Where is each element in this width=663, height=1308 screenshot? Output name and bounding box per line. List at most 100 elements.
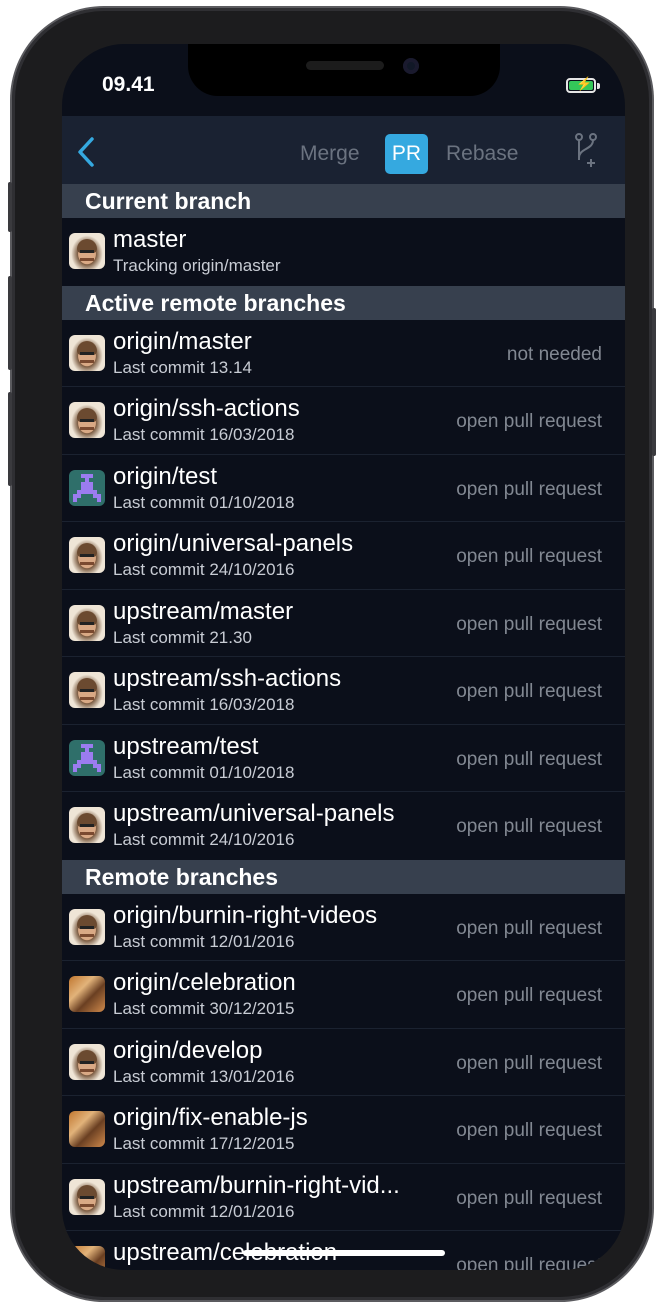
branch-action[interactable]: not needed [507, 344, 602, 366]
branch-subtitle: Last commit 24/10/2016 [113, 830, 295, 849]
branch-name: origin/master [113, 327, 252, 355]
branch-action[interactable]: open pull request [456, 918, 602, 940]
branch-name: upstream/ssh-actions [113, 665, 342, 692]
segment-merge[interactable]: Merge [300, 134, 360, 174]
branch-row[interactable]: upstream/burnin-right-vid... Last commit … [62, 1164, 625, 1231]
navigation-bar: Merge PR Rebase [62, 116, 625, 184]
current-branch-rows: master Tracking origin/master [62, 218, 625, 286]
branch-subtitle: Last commit 01/10/2018 [113, 492, 295, 512]
notch [188, 44, 500, 96]
avatar [69, 908, 105, 945]
branch-subtitle: Last commit 13.14 [113, 357, 252, 377]
branch-subtitle: Tracking origin/master [113, 256, 281, 275]
branch-name: origin/celebration [113, 969, 296, 996]
avatar [69, 469, 105, 506]
branch-name: upstream/master [113, 597, 294, 625]
avatar [69, 976, 105, 1012]
branch-name: origin/develop [113, 1036, 263, 1064]
branch-subtitle: Last commit 24/10/2016 [113, 560, 295, 579]
branch-action[interactable]: open pull request [456, 985, 602, 1007]
branch-row[interactable]: master Tracking origin/master [62, 218, 625, 286]
branch-name: origin/burnin-right-videos [113, 901, 378, 929]
back-button[interactable] [72, 132, 106, 172]
branch-name: upstream/test [113, 732, 259, 760]
branch-name: origin/fix-enable-js [113, 1104, 308, 1131]
branch-name: origin/universal-panels [113, 530, 354, 557]
screen: 09.41 ⚡ Merge PR Rebase Current branch m… [62, 44, 625, 1270]
branch-subtitle: Last commit 16/03/2018 [113, 695, 295, 714]
avatar [69, 807, 105, 843]
chevron-left-icon [78, 137, 94, 167]
branch-subtitle: Last commit 21.30 [113, 627, 252, 647]
phone-frame: 09.41 ⚡ Merge PR Rebase Current branch m… [8, 8, 656, 1300]
mute-switch [8, 182, 12, 232]
avatar [69, 1178, 105, 1215]
branch-row[interactable]: upstream/master Last commit 21.30 open pul… [62, 590, 625, 657]
branch-list: Current branch master Tracking origin/mas… [62, 184, 625, 1270]
new-branch-button[interactable] [573, 132, 599, 172]
avatar [69, 233, 105, 269]
section-header-remote: Remote branches [62, 859, 625, 894]
avatar [69, 402, 105, 438]
branch-name: upstream/universal-panels [113, 800, 395, 827]
avatar [69, 1246, 105, 1270]
remote-rows: origin/burnin-right-videos Last commit 12… [62, 894, 625, 1270]
branch-action[interactable]: open pull request [456, 411, 602, 433]
branch-name: master [113, 226, 187, 253]
branch-subtitle: Last commit 13/01/2016 [113, 1066, 295, 1086]
branch-subtitle: Last commit 12/01/2016 [113, 931, 295, 951]
section-header-current: Current branch [62, 184, 625, 218]
branch-name: upstream/burnin-right-vid... [113, 1171, 400, 1199]
avatar [69, 1111, 105, 1147]
avatar [69, 604, 105, 641]
branch-action[interactable]: open pull request [456, 1120, 602, 1142]
branch-name: origin/test [113, 462, 218, 490]
home-indicator[interactable] [243, 1250, 445, 1256]
branch-action[interactable]: open pull request [456, 749, 602, 771]
branch-name: origin/ssh-actions [113, 395, 300, 422]
avatar [69, 334, 105, 371]
branch-action[interactable]: open pull request [456, 1255, 602, 1270]
branch-action[interactable]: open pull request [456, 1188, 602, 1210]
segment-rebase[interactable]: Rebase [446, 134, 518, 174]
power-button [652, 308, 656, 456]
branch-action[interactable]: open pull request [456, 681, 602, 703]
speaker-grille [306, 61, 384, 70]
branch-row[interactable]: origin/universal-panels Last commit 24/10… [62, 522, 625, 590]
branch-row[interactable]: origin/burnin-right-videos Last commit 12… [62, 894, 625, 961]
branch-row[interactable]: origin/master Last commit 13.14 not needed [62, 320, 625, 387]
avatar [69, 1043, 105, 1080]
branch-row[interactable]: origin/celebration Last commit 30/12/2015… [62, 961, 625, 1029]
active-remote-rows: origin/master Last commit 13.14 not needed… [62, 320, 625, 860]
battery-icon: ⚡ [566, 76, 596, 93]
branch-subtitle: Last commit 30/12/2015 [113, 999, 295, 1018]
avatar [69, 672, 105, 708]
branch-subtitle: Last commit 16/03/2018 [113, 425, 295, 444]
avatar [69, 537, 105, 573]
branch-subtitle: Last commit 17/12/2015 [113, 1134, 295, 1153]
volume-down-button [8, 392, 12, 486]
branch-subtitle: Last commit 01/10/2018 [113, 762, 295, 782]
battery-tip [597, 83, 600, 89]
branch-row[interactable]: origin/test Last commit 01/10/2018 open pu… [62, 455, 625, 522]
charging-bolt-icon: ⚡ [576, 76, 593, 91]
section-header-active-remote: Active remote branches [62, 285, 625, 320]
volume-up-button [8, 276, 12, 370]
branch-subtitle: Last commit 12/01/2016 [113, 1201, 295, 1221]
branch-row[interactable]: upstream/universal-panels Last commit 24/… [62, 792, 625, 860]
branch-action[interactable]: open pull request [456, 546, 602, 568]
branch-action[interactable]: open pull request [456, 479, 602, 501]
branch-row[interactable]: origin/ssh-actions Last commit 16/03/2018… [62, 387, 625, 455]
git-branch-add-icon [575, 133, 597, 167]
branch-row[interactable]: upstream/ssh-actions Last commit 16/03/20… [62, 657, 625, 725]
status-time: 09.41 [102, 73, 155, 96]
branch-action[interactable]: open pull request [456, 614, 602, 636]
branch-action[interactable]: open pull request [456, 1053, 602, 1075]
avatar [69, 739, 105, 776]
segment-pr[interactable]: PR [385, 134, 428, 174]
front-camera [403, 58, 419, 74]
branch-action[interactable]: open pull request [456, 816, 602, 838]
branch-row[interactable]: origin/fix-enable-js Last commit 17/12/20… [62, 1096, 625, 1164]
branch-row[interactable]: origin/develop Last commit 13/01/2016 open… [62, 1029, 625, 1096]
branch-row[interactable]: upstream/test Last commit 01/10/2018 open … [62, 725, 625, 792]
